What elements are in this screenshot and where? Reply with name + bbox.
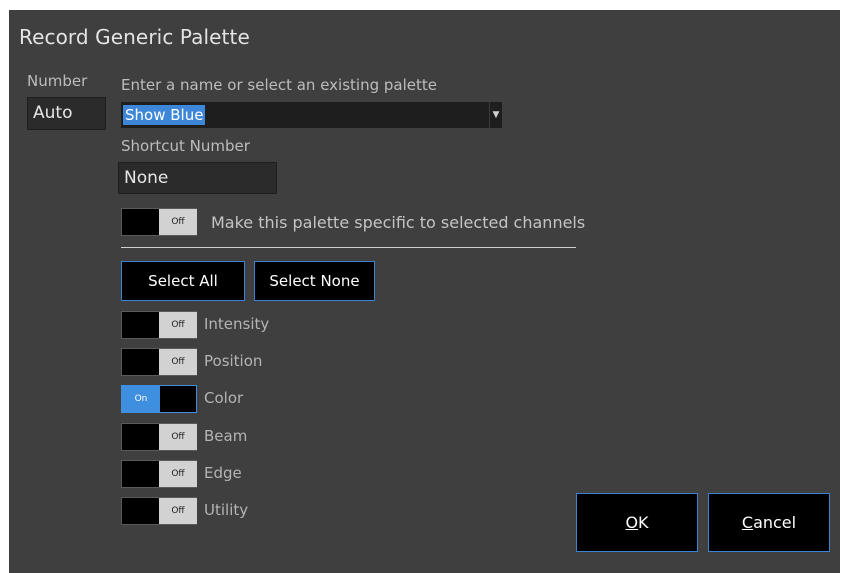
palette-name-input[interactable]: Show Blue <box>123 105 206 125</box>
chevron-down-icon[interactable]: ▼ <box>489 102 502 128</box>
position-label: Position <box>204 352 263 370</box>
toggle-state: Off <box>159 349 197 375</box>
shortcut-field[interactable]: None <box>118 162 277 194</box>
toggle-state: Off <box>159 209 197 235</box>
ok-label-rest: K <box>638 513 649 532</box>
number-field[interactable]: Auto <box>27 97 106 130</box>
toggle-state: Off <box>159 498 197 524</box>
position-toggle[interactable]: Off <box>121 348 197 376</box>
divider <box>121 247 576 248</box>
toggle-state: Off <box>159 312 197 338</box>
utility-label: Utility <box>204 501 249 519</box>
toggle-state: Off <box>159 461 197 487</box>
intensity-label: Intensity <box>204 315 270 333</box>
number-label: Number <box>27 72 88 90</box>
cancel-button[interactable]: Cancel <box>708 493 830 552</box>
ok-mnemonic: O <box>625 513 639 532</box>
beam-toggle[interactable]: Off <box>121 423 197 451</box>
toggle-state: On <box>122 386 160 412</box>
shortcut-label: Shortcut Number <box>121 137 250 155</box>
specific-channels-label: Make this palette specific to selected c… <box>211 213 586 232</box>
cancel-label-rest: ancel <box>753 513 797 532</box>
toggle-state: Off <box>159 424 197 450</box>
color-toggle[interactable]: On <box>121 385 197 413</box>
beam-label: Beam <box>204 427 248 445</box>
name-label: Enter a name or select an existing palet… <box>121 76 437 94</box>
palette-name-combobox[interactable]: Show Blue ▼ <box>121 102 502 128</box>
ok-button[interactable]: OK <box>576 493 698 552</box>
intensity-toggle[interactable]: Off <box>121 311 197 339</box>
specific-channels-toggle[interactable]: Off <box>121 208 197 236</box>
edge-label: Edge <box>204 464 242 482</box>
select-none-button[interactable]: Select None <box>254 261 375 301</box>
edge-toggle[interactable]: Off <box>121 460 197 488</box>
cancel-mnemonic: C <box>741 513 754 532</box>
select-all-button[interactable]: Select All <box>121 261 245 301</box>
dialog-title: Record Generic Palette <box>19 25 250 49</box>
color-label: Color <box>204 389 244 407</box>
utility-toggle[interactable]: Off <box>121 497 197 525</box>
